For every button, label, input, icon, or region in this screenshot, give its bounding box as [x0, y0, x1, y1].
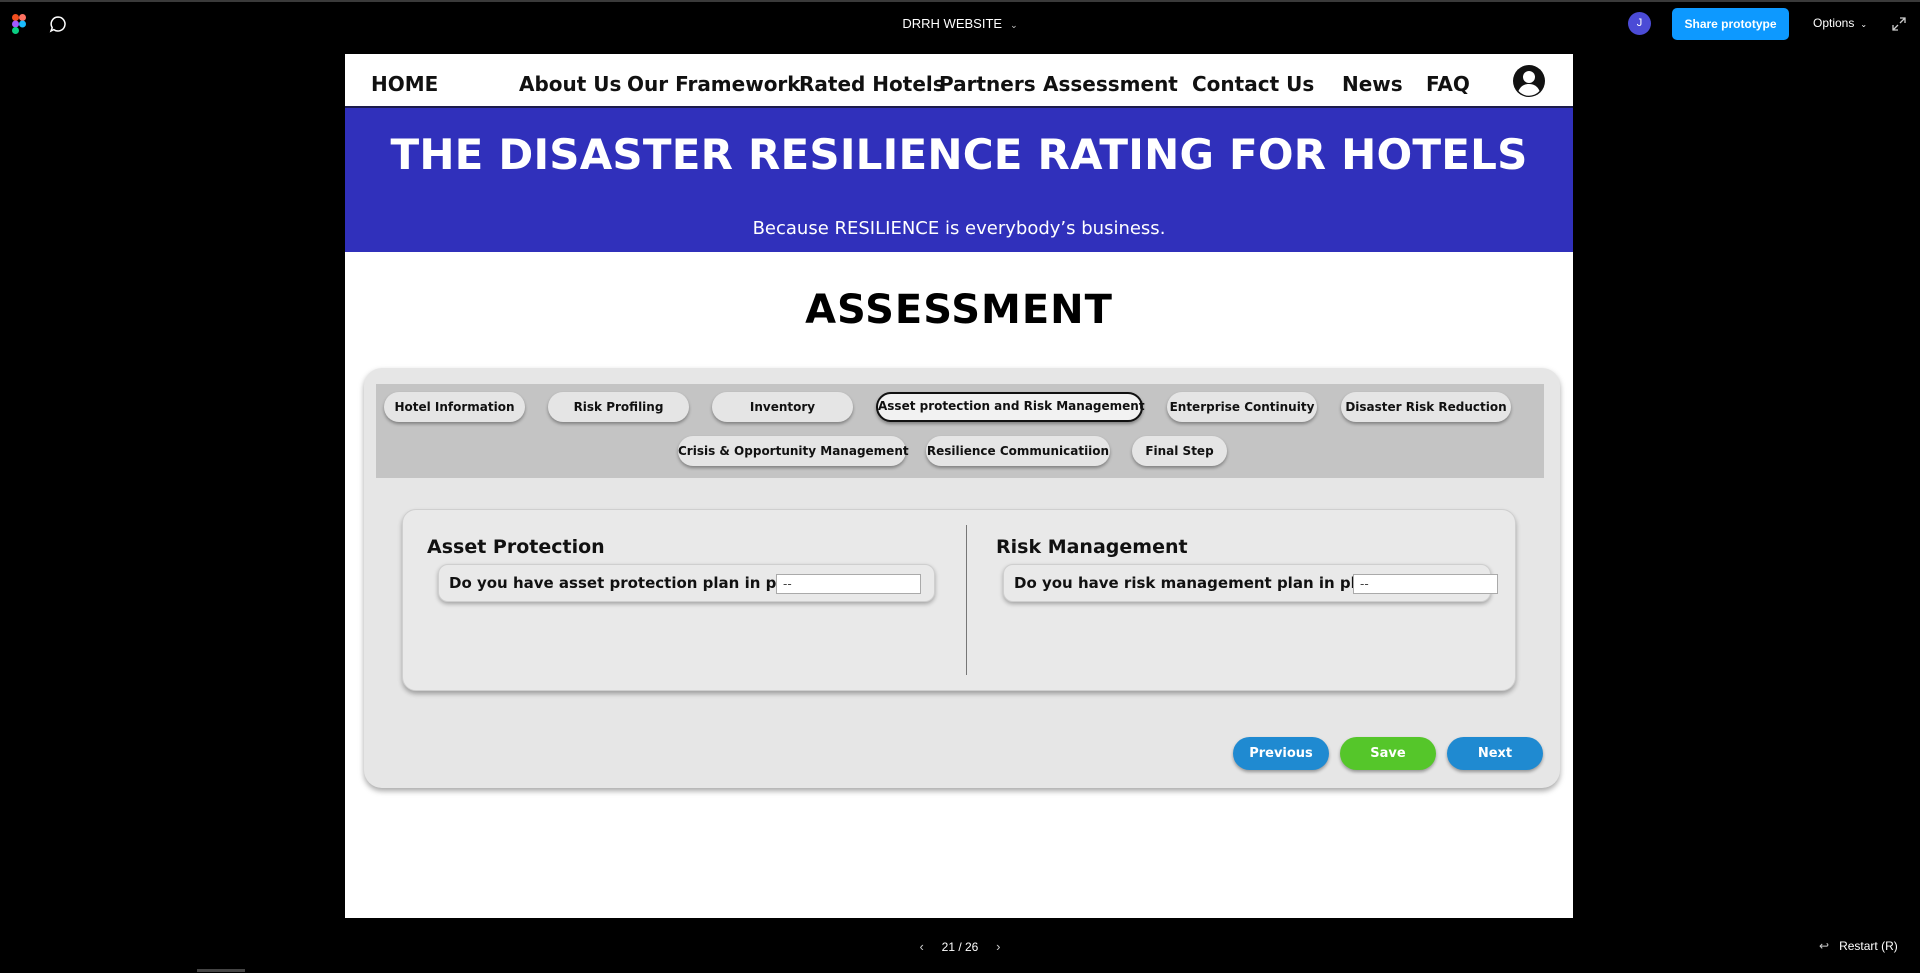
prototype-frame: HOME About Us Our Framework Rated Hotels… [345, 54, 1573, 918]
nav-partners[interactable]: Partners [939, 72, 1036, 96]
risk-management-select[interactable]: -- [1353, 574, 1498, 594]
nav-rated-hotels[interactable]: Rated Hotels [799, 72, 945, 96]
nav-assessment[interactable]: Assessment [1043, 72, 1178, 96]
asset-protection-question: Do you have asset protection plan in pla… [438, 564, 935, 602]
prototype-pager: ‹ 21 / 26 › [0, 939, 1920, 954]
next-frame-icon[interactable]: › [988, 939, 1008, 954]
risk-management-heading: Risk Management [996, 536, 1188, 558]
file-title[interactable]: DRRH WEBSITE [902, 16, 1002, 31]
asset-protection-select[interactable]: -- [776, 574, 921, 594]
user-account-icon[interactable] [1512, 64, 1546, 98]
share-prototype-button[interactable]: Share prototype [1672, 8, 1789, 40]
assessment-tabs: Hotel Information Risk Profiling Invento… [376, 384, 1544, 478]
hero-tagline: Because RESILIENCE is everybody’s busine… [752, 218, 1166, 239]
user-avatar[interactable]: J [1628, 12, 1651, 35]
restart-icon: ↩ [1819, 939, 1830, 953]
assessment-panel: Hotel Information Risk Profiling Invento… [364, 368, 1560, 788]
nav-contact-us[interactable]: Contact Us [1192, 72, 1314, 96]
tab-crisis-opportunity-management[interactable]: Crisis & Opportunity Management [678, 436, 909, 466]
nav-faq[interactable]: FAQ [1426, 72, 1470, 96]
chevron-down-icon[interactable]: ⌄ [1010, 20, 1018, 30]
risk-management-question: Do you have risk management plan in plac… [1003, 564, 1498, 602]
options-label: Options [1813, 16, 1855, 30]
tab-asset-protection-risk-management[interactable]: Asset protection and Risk Management [876, 392, 1145, 422]
nav-about-us[interactable]: About Us [519, 72, 621, 96]
page-title: ASSESSMENT [805, 287, 1113, 333]
tab-enterprise-continuity[interactable]: Enterprise Continuity [1167, 392, 1317, 422]
next-button[interactable]: Next [1447, 737, 1543, 770]
previous-button[interactable]: Previous [1233, 737, 1329, 770]
nav-our-framework[interactable]: Our Framework [627, 72, 801, 96]
risk-management-question-label: Do you have risk management plan in plac… [1014, 574, 1394, 592]
comment-icon[interactable] [49, 15, 67, 33]
tab-final-step[interactable]: Final Step [1132, 436, 1227, 466]
figma-logo-icon[interactable] [12, 14, 26, 34]
previous-frame-icon[interactable]: ‹ [912, 939, 932, 954]
scroll-indicator [197, 969, 245, 972]
nav-home[interactable]: HOME [371, 72, 438, 96]
site-navigation: HOME About Us Our Framework Rated Hotels… [345, 54, 1573, 108]
question-card: Asset Protection Do you have asset prote… [402, 509, 1516, 691]
frame-counter: 21 / 26 [941, 940, 979, 954]
chevron-down-icon: ⌄ [1860, 20, 1868, 29]
asset-protection-heading: Asset Protection [427, 536, 605, 558]
options-menu-button[interactable]: Options ⌄ [1813, 16, 1867, 30]
tab-hotel-information[interactable]: Hotel Information [384, 392, 525, 422]
restart-label: Restart (R) [1839, 939, 1898, 953]
asset-protection-question-label: Do you have asset protection plan in pla… [449, 574, 820, 592]
hero-title: THE DISASTER RESILIENCE RATING FOR HOTEL… [390, 130, 1528, 179]
tab-disaster-risk-reduction[interactable]: Disaster Risk Reduction [1341, 392, 1511, 422]
tab-risk-profiling[interactable]: Risk Profiling [548, 392, 689, 422]
tab-inventory[interactable]: Inventory [712, 392, 853, 422]
nav-news[interactable]: News [1342, 72, 1403, 96]
hero-banner: THE DISASTER RESILIENCE RATING FOR HOTEL… [345, 108, 1573, 252]
figma-bottom-bar: ‹ 21 / 26 › ↩ Restart (R) [0, 918, 1920, 973]
column-divider [966, 525, 967, 675]
expand-icon[interactable] [1892, 17, 1906, 31]
save-button[interactable]: Save [1340, 737, 1436, 770]
restart-button[interactable]: ↩ Restart (R) [1819, 939, 1898, 953]
tab-resilience-communication[interactable]: Resilience Communicatiion [926, 436, 1110, 466]
figma-toolbar: DRRH WEBSITE ⌄ J Share prototype Options ⌄ [0, 0, 1920, 44]
